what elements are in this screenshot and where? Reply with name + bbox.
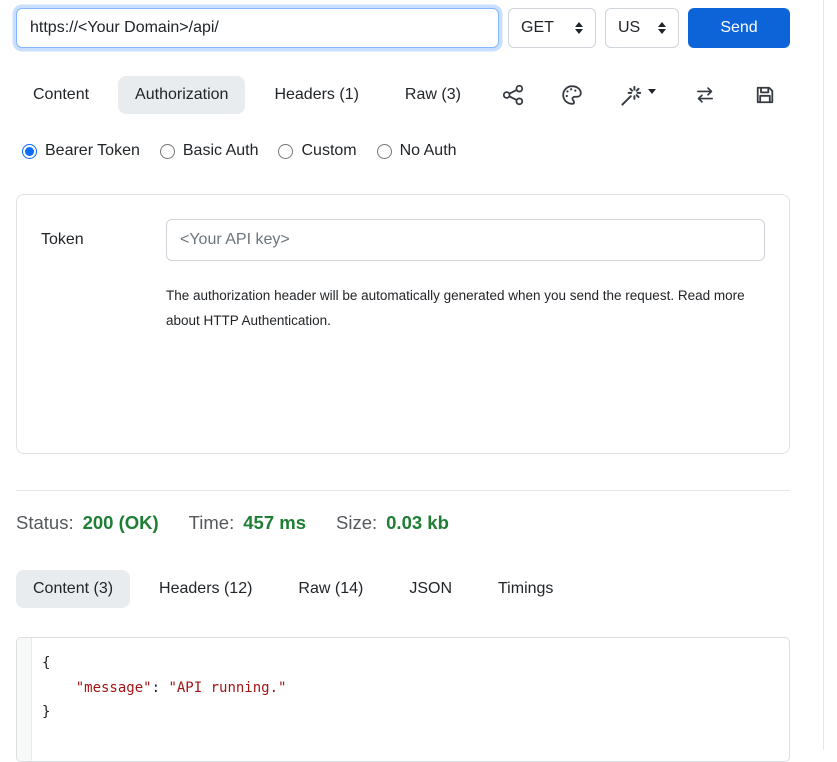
time-label: Time: — [189, 512, 235, 534]
code-line: } — [42, 700, 779, 725]
resp-tab-timings[interactable]: Timings — [481, 570, 570, 608]
resp-tab-raw[interactable]: Raw (14) — [281, 570, 380, 608]
select-updown-icon — [658, 22, 666, 34]
request-tabs: Content Authorization Headers (1) Raw (3… — [16, 76, 478, 114]
request-bar: GET US Send — [16, 8, 790, 48]
code-gutter — [17, 638, 32, 761]
bearer-token-panel: Token The authorization header will be a… — [16, 194, 790, 454]
time-value: 457 ms — [243, 512, 306, 534]
token-label: Token — [41, 231, 166, 249]
resp-tab-headers[interactable]: Headers (12) — [142, 570, 269, 608]
auth-option-label: No Auth — [400, 142, 457, 160]
share-icon[interactable] — [502, 84, 524, 106]
auth-option-label: Custom — [301, 142, 356, 160]
resp-tab-content[interactable]: Content (3) — [16, 570, 130, 608]
status-label: Status: — [16, 512, 74, 534]
swap-arrows-icon[interactable] — [693, 84, 717, 106]
tab-headers[interactable]: Headers (1) — [257, 76, 375, 114]
method-select[interactable]: GET — [508, 8, 596, 48]
bearer-token-radio[interactable] — [22, 144, 37, 159]
page-right-divider — [823, 0, 824, 750]
no-auth-radio[interactable] — [377, 144, 392, 159]
select-updown-icon — [575, 22, 583, 34]
status-stat: Status: 200 (OK) — [16, 512, 159, 534]
auth-radio-custom[interactable]: Custom — [278, 142, 356, 160]
dropdown-caret-icon — [648, 89, 656, 94]
request-toolbar — [502, 83, 790, 107]
tab-authorization[interactable]: Authorization — [118, 76, 245, 114]
auth-option-label: Basic Auth — [183, 142, 259, 160]
size-stat: Size: 0.03 kb — [336, 512, 449, 534]
resp-tab-json[interactable]: JSON — [392, 570, 469, 608]
time-stat: Time: 457 ms — [189, 512, 306, 534]
auth-type-options: Bearer Token Basic Auth Custom No Auth — [16, 142, 790, 160]
response-section-divider — [16, 490, 790, 491]
response-json-code: { "message": "API running." } — [32, 638, 789, 761]
auth-help-text: The authorization header will be automat… — [166, 283, 751, 333]
code-line: { — [42, 651, 779, 676]
palette-icon[interactable] — [561, 84, 583, 106]
magic-wand-dropdown-icon[interactable] — [620, 83, 656, 107]
response-status-row: Status: 200 (OK) Time: 457 ms Size: 0.03… — [16, 512, 790, 534]
custom-radio[interactable] — [278, 144, 293, 159]
region-select-value: US — [618, 19, 640, 37]
send-button[interactable]: Send — [688, 8, 790, 48]
auth-option-label: Bearer Token — [45, 142, 140, 160]
code-line: "message": "API running." — [42, 676, 779, 701]
method-select-value: GET — [521, 19, 554, 37]
token-field-row: Token — [41, 219, 765, 261]
save-icon[interactable] — [754, 84, 776, 106]
api-request-panel: GET US Send Content Authorization Header… — [16, 0, 790, 762]
url-input[interactable] — [16, 8, 499, 48]
token-input[interactable] — [166, 219, 765, 261]
request-tabs-row: Content Authorization Headers (1) Raw (3… — [16, 76, 790, 114]
basic-auth-radio[interactable] — [160, 144, 175, 159]
auth-radio-bearer-token[interactable]: Bearer Token — [22, 142, 140, 160]
region-select[interactable]: US — [605, 8, 679, 48]
size-label: Size: — [336, 512, 377, 534]
tab-content[interactable]: Content — [16, 76, 106, 114]
size-value: 0.03 kb — [386, 512, 449, 534]
auth-radio-basic-auth[interactable]: Basic Auth — [160, 142, 259, 160]
auth-radio-no-auth[interactable]: No Auth — [377, 142, 457, 160]
response-tabs: Content (3) Headers (12) Raw (14) JSON T… — [16, 570, 790, 608]
response-body-viewer: { "message": "API running." } — [16, 637, 790, 762]
tab-raw[interactable]: Raw (3) — [388, 76, 478, 114]
status-value: 200 (OK) — [83, 512, 159, 534]
